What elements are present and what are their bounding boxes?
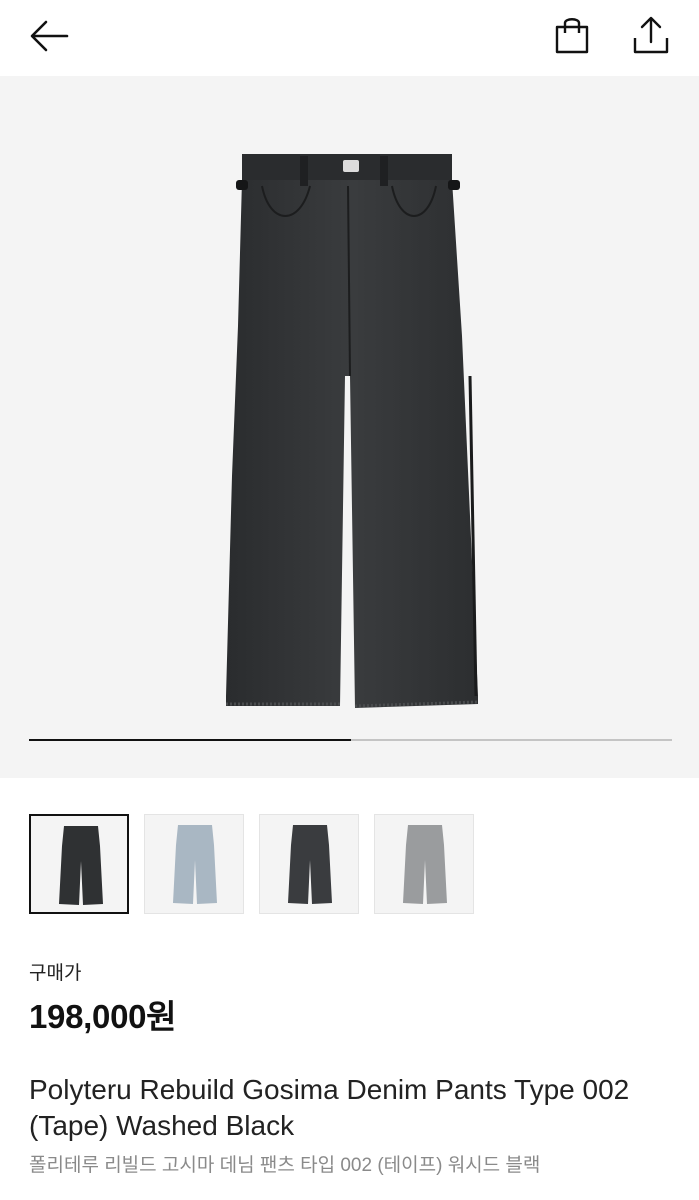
price: 198,000원 [29,998,177,1035]
top-bar [0,0,699,76]
price-label: 구매가 [29,963,82,984]
gallery-progress-track [29,739,672,741]
shopping-bag-icon [555,18,589,54]
gallery-progress-fill [29,739,351,741]
product-image-gallery[interactable] [0,76,699,778]
thumbnail-strip [29,814,474,914]
product-title-korean: 폴리테루 리빌드 고시마 데님 팬츠 타입 002 (테이프) 워시드 블랙 [29,1155,541,1176]
thumbnail-image [403,825,447,904]
arrow-left-icon [30,20,69,52]
share-icon [633,16,669,54]
thumbnail-image [59,826,103,905]
back-button[interactable] [27,14,71,58]
product-title: Polyteru Rebuild Gosima Denim Pants Type… [29,1074,630,1141]
share-button[interactable] [629,14,673,58]
thumbnail-image [173,825,217,904]
product-image-pants [226,154,479,708]
thumbnail-grey[interactable] [374,814,474,914]
thumbnail-light-blue[interactable] [144,814,244,914]
thumbnail-image [288,825,332,904]
shopping-bag-button[interactable] [550,14,594,58]
thumbnail-washed-black[interactable] [29,814,129,914]
thumbnail-dark-charcoal[interactable] [259,814,359,914]
